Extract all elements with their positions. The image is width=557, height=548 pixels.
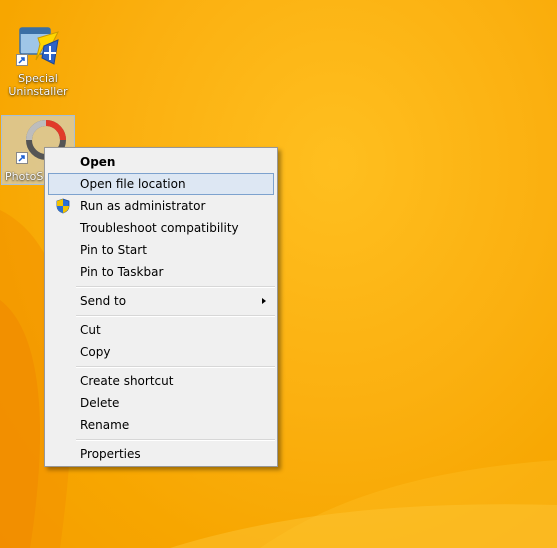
menu-item-create-shortcut[interactable]: Create shortcut <box>48 370 274 392</box>
menu-separator <box>76 439 275 441</box>
menu-item-cut[interactable]: Cut <box>48 319 274 341</box>
menu-item-label: Run as administrator <box>80 199 206 213</box>
menu-item-delete[interactable]: Delete <box>48 392 274 414</box>
menu-item-pin-to-taskbar[interactable]: Pin to Taskbar <box>48 261 274 283</box>
uninstaller-icon <box>14 20 62 68</box>
context-menu: Open Open file location Run as administr… <box>44 147 278 467</box>
menu-item-properties[interactable]: Properties <box>48 443 274 465</box>
shortcut-arrow-icon <box>16 152 28 164</box>
desktop-icon-label: Special Uninstaller <box>8 72 68 98</box>
menu-item-open[interactable]: Open <box>48 151 274 173</box>
menu-item-run-as-administrator[interactable]: Run as administrator <box>48 195 274 217</box>
menu-item-rename[interactable]: Rename <box>48 414 274 436</box>
menu-item-open-file-location[interactable]: Open file location <box>48 173 274 195</box>
menu-item-pin-to-start[interactable]: Pin to Start <box>48 239 274 261</box>
submenu-arrow-icon <box>262 298 266 304</box>
menu-separator <box>76 286 275 288</box>
menu-item-copy[interactable]: Copy <box>48 341 274 363</box>
menu-item-send-to[interactable]: Send to <box>48 290 274 312</box>
uac-shield-icon <box>55 198 71 214</box>
menu-item-label: Send to <box>80 294 127 308</box>
shortcut-arrow-icon <box>16 54 28 66</box>
menu-separator <box>76 315 275 317</box>
menu-item-troubleshoot-compatibility[interactable]: Troubleshoot compatibility <box>48 217 274 239</box>
menu-separator <box>76 366 275 368</box>
desktop-icon-special-uninstaller[interactable]: Special Uninstaller <box>1 20 75 98</box>
